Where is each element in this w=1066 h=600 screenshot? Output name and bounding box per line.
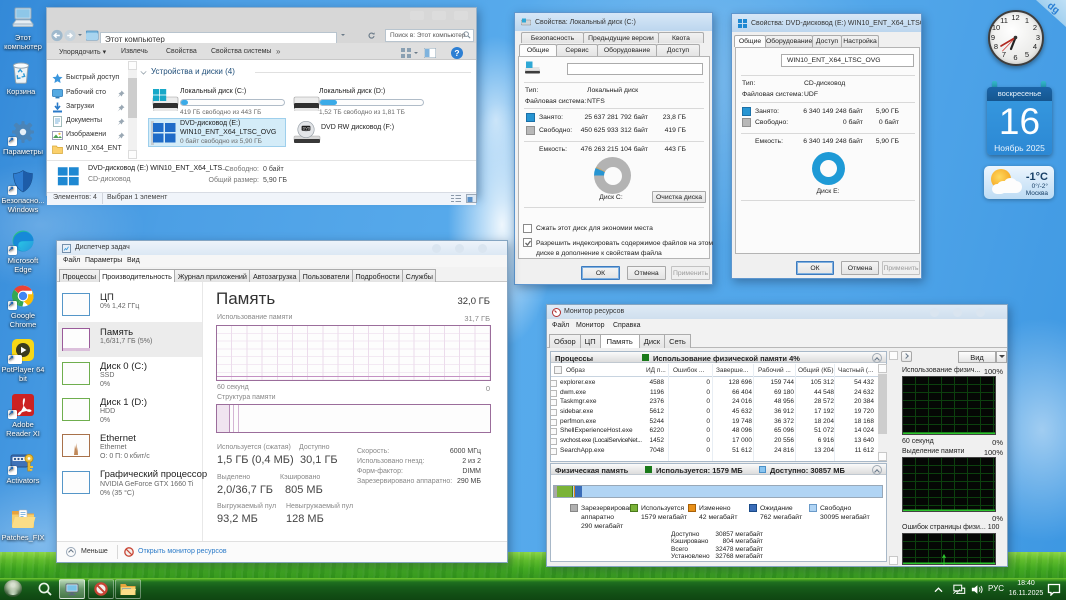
svg-text:DVD: DVD <box>303 127 311 131</box>
